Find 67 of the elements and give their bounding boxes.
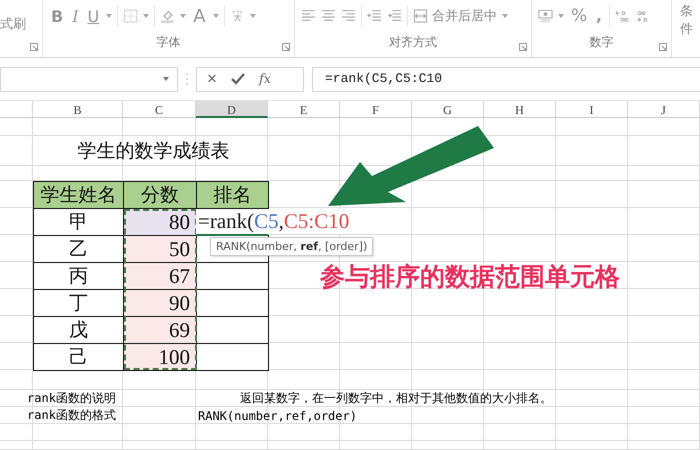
cancel-button[interactable]: × (207, 69, 217, 89)
decrease-indent-icon[interactable] (367, 9, 382, 23)
formula-field[interactable]: =rank(C5,C5:C10 (312, 66, 700, 92)
column-header[interactable]: E (268, 100, 340, 118)
caret-icon[interactable] (502, 14, 508, 18)
dialog-launcher-icon[interactable] (519, 43, 527, 51)
function-tooltip: RANK(number, ref, [order]) (210, 237, 374, 256)
cell-formula-text[interactable]: =rank(C5,C5:C10 (196, 209, 350, 234)
table-header-cell: 学生姓名 (33, 181, 124, 209)
table-cell: 100 (123, 343, 197, 371)
note-text: 返回某数字，在一列数字中，相对于其他数值的大小排名。 (239, 390, 553, 407)
table-cell: 69 (123, 316, 197, 344)
note-label: rank函数的说明 (26, 390, 117, 407)
decrease-decimal-icon[interactable] (634, 9, 650, 23)
increase-decimal-icon[interactable] (614, 9, 630, 23)
name-box[interactable] (0, 66, 178, 92)
table-cell: 戊 (33, 316, 124, 344)
merge-cells-icon (413, 9, 428, 23)
column-header[interactable]: J (628, 100, 700, 118)
group-label: 数字 (590, 34, 614, 51)
increase-indent-icon[interactable] (387, 9, 402, 23)
note-text: RANK(number,ref,order) (197, 408, 358, 422)
conditional-format-label[interactable]: 条件 (680, 2, 700, 38)
table-cell: 己 (33, 343, 124, 371)
merge-center-button[interactable]: 合并后居中 (413, 7, 497, 25)
align-right-icon[interactable] (341, 9, 356, 23)
table-cell: 50 (123, 235, 197, 263)
caret-icon[interactable] (250, 14, 256, 18)
table-cell: 丁 (33, 289, 124, 317)
align-center-icon[interactable] (321, 9, 336, 23)
note-label: rank函数的格式 (26, 407, 117, 424)
border-icon[interactable] (123, 9, 138, 23)
group-label: 字体 (156, 34, 180, 51)
dialog-launcher-icon[interactable] (282, 43, 290, 51)
column-header[interactable]: B (33, 100, 123, 118)
group-label: 对齐方式 (389, 34, 437, 51)
column-header[interactable]: F (340, 100, 412, 118)
active-cell-underline (196, 234, 268, 236)
caret-icon[interactable] (212, 14, 219, 18)
format-painter-label[interactable]: 式刷 (0, 15, 26, 33)
table-header-cell: 排名 (196, 181, 269, 209)
table-cell: 丙 (33, 262, 124, 290)
column-header[interactable]: G (412, 100, 484, 118)
column-header[interactable]: H (484, 100, 556, 118)
caret-icon[interactable] (143, 14, 150, 18)
insert-function-button[interactable]: fx (258, 72, 272, 86)
table-header-cell: 分数 (123, 181, 197, 209)
caret-icon (163, 77, 169, 81)
dialog-launcher-icon[interactable] (30, 43, 38, 51)
table-cell: 90 (123, 289, 197, 317)
caret-icon[interactable] (180, 14, 186, 18)
dialog-launcher-icon[interactable] (659, 43, 667, 51)
enter-check-icon[interactable] (230, 73, 245, 85)
column-header[interactable] (0, 100, 33, 118)
align-left-icon[interactable] (301, 9, 316, 23)
fill-bucket-icon[interactable] (160, 9, 176, 23)
caret-icon[interactable] (106, 14, 112, 18)
column-header[interactable]: D (196, 100, 268, 118)
column-header[interactable]: C (123, 100, 196, 118)
annotation-text: 参与排序的数据范围单元格 (320, 261, 620, 293)
caret-icon[interactable] (558, 14, 564, 18)
table-cell: 甲 (33, 208, 124, 236)
table-cell: 乙 (33, 235, 124, 263)
currency-icon[interactable] (538, 9, 553, 23)
column-header[interactable]: I (556, 100, 628, 118)
sheet-title: 学生的数学成绩表 (76, 139, 230, 164)
table-cell: 67 (123, 262, 197, 290)
